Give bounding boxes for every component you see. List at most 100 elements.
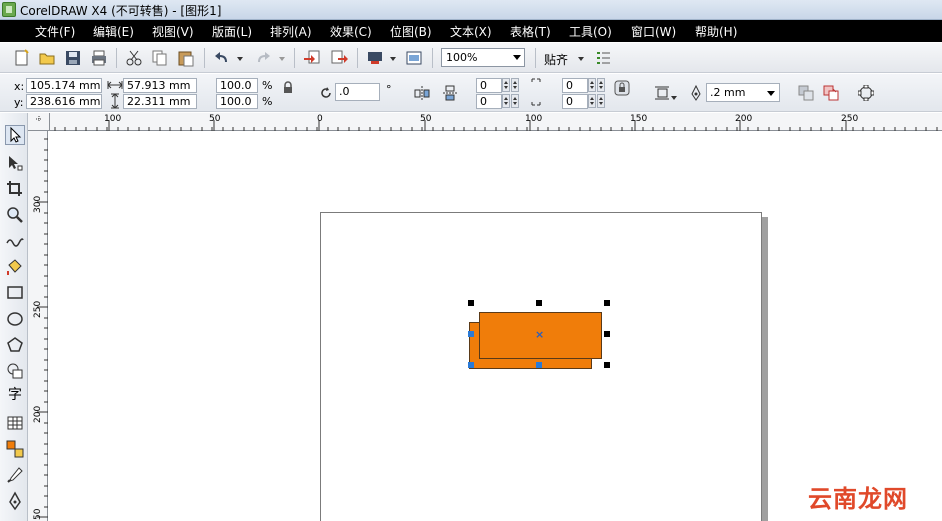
- basic-shapes-tool-icon[interactable]: [5, 361, 25, 381]
- vertical-ruler[interactable]: 300 250 200 50: [28, 131, 48, 521]
- selection-handle-bottom-right[interactable]: [604, 362, 610, 368]
- outline-pen-icon: [688, 84, 704, 101]
- convert-to-curves-icon[interactable]: [857, 84, 875, 102]
- options-icon[interactable]: [594, 49, 612, 67]
- rotation-field[interactable]: .0: [335, 83, 380, 101]
- corner-top-left-field[interactable]: 0: [476, 78, 502, 93]
- node-handle-bottom-center[interactable]: [536, 362, 542, 368]
- export-icon[interactable]: [330, 49, 348, 67]
- launcher-dropdown-icon[interactable]: [389, 49, 397, 67]
- to-back-icon[interactable]: [823, 85, 839, 101]
- redo-dropdown-icon[interactable]: [278, 49, 286, 67]
- corner-top-right-spinner-2[interactable]: [597, 78, 605, 92]
- corner-top-left-spinner-2[interactable]: [511, 78, 519, 92]
- corner-bottom-right-spinner-2[interactable]: [597, 94, 605, 108]
- table-tool-icon[interactable]: [5, 413, 25, 433]
- ruler-origin[interactable]: [28, 113, 50, 131]
- text-tool-icon[interactable]: 字: [5, 385, 25, 405]
- page-shadow: [762, 217, 768, 521]
- corner-top-left-spinner[interactable]: [502, 78, 510, 92]
- lock-ratio-icon[interactable]: [280, 80, 296, 96]
- undo-icon[interactable]: [213, 49, 231, 67]
- corner-bottom-left-spinner-2[interactable]: [511, 94, 519, 108]
- snap-dropdown-icon[interactable]: [578, 57, 584, 61]
- to-front-icon[interactable]: [798, 85, 814, 101]
- ruler-tick-label: 300: [33, 195, 43, 213]
- redo-icon[interactable]: [254, 49, 272, 67]
- outline-width-select[interactable]: .2 mm: [706, 83, 780, 102]
- eyedropper-tool-icon[interactable]: [5, 465, 25, 485]
- outline-tool-icon[interactable]: [5, 491, 25, 511]
- corner-top-right-spinner[interactable]: [588, 78, 596, 92]
- snap-to-label[interactable]: 贴齐: [544, 51, 568, 68]
- selection-handle-top-center[interactable]: [536, 300, 542, 306]
- chevron-down-icon: [767, 91, 775, 96]
- node-handle-middle-left[interactable]: [468, 331, 474, 337]
- menu-help[interactable]: 帮助(H): [695, 23, 737, 40]
- wrap-text-icon[interactable]: [654, 85, 670, 101]
- drawing-canvas[interactable]: × 云南龙网: [49, 132, 942, 521]
- corner-bottom-right-field[interactable]: 0: [562, 94, 588, 109]
- new-document-icon[interactable]: [13, 49, 31, 67]
- save-icon[interactable]: [64, 49, 82, 67]
- paste-icon[interactable]: [177, 49, 195, 67]
- freehand-tool-icon[interactable]: [5, 231, 25, 251]
- ruler-tick-label: 50: [33, 508, 43, 520]
- toolbox: 字: [0, 113, 28, 521]
- undo-dropdown-icon[interactable]: [236, 49, 244, 67]
- scale-x-percent: %: [262, 79, 273, 92]
- menu-layout[interactable]: 版面(L): [212, 23, 252, 40]
- corner-bottom-right-spinner[interactable]: [588, 94, 596, 108]
- application-launcher-icon[interactable]: [366, 49, 384, 67]
- zoom-tool-icon[interactable]: [5, 205, 25, 225]
- mirror-horizontal-icon[interactable]: [414, 85, 430, 101]
- crop-tool-icon[interactable]: [5, 179, 25, 199]
- menu-table[interactable]: 表格(T): [510, 23, 551, 40]
- y-position-field[interactable]: 238.616 mm: [26, 94, 102, 109]
- menu-text[interactable]: 文本(X): [450, 23, 492, 40]
- x-position-field[interactable]: 105.174 mm: [26, 78, 102, 93]
- corner-top-right-field[interactable]: 0: [562, 78, 588, 93]
- horizontal-ruler-ticks: [54, 120, 938, 131]
- horizontal-ruler[interactable]: 100 50 0 50 100 150 200 250: [50, 113, 942, 131]
- height-field[interactable]: 22.311 mm: [123, 94, 197, 109]
- selection-handle-middle-right[interactable]: [604, 331, 610, 337]
- zoom-level-select[interactable]: 100%: [441, 48, 525, 67]
- open-folder-icon[interactable]: [38, 49, 56, 67]
- menu-edit[interactable]: 编辑(E): [93, 23, 134, 40]
- corner-bottom-left-spinner[interactable]: [502, 94, 510, 108]
- pick-tool-icon[interactable]: [5, 125, 25, 145]
- zoom-level-value: 100%: [446, 51, 478, 64]
- ellipse-tool-icon[interactable]: [5, 309, 25, 329]
- menu-tools[interactable]: 工具(O): [569, 23, 612, 40]
- interactive-blend-tool-icon[interactable]: [5, 439, 25, 459]
- menu-arrange[interactable]: 排列(A): [270, 23, 312, 40]
- width-field[interactable]: 57.913 mm: [123, 78, 197, 93]
- node-handle-bottom-left[interactable]: [468, 362, 474, 368]
- corner-bottom-left-field[interactable]: 0: [476, 94, 502, 109]
- rotation-center-icon[interactable]: ×: [535, 328, 544, 341]
- toolbar-separator: [357, 48, 358, 68]
- scale-y-field[interactable]: 100.0: [216, 94, 258, 109]
- shape-tool-icon[interactable]: [5, 153, 25, 173]
- copy-icon[interactable]: [151, 49, 169, 67]
- selection-handle-top-left[interactable]: [468, 300, 474, 306]
- menu-effects[interactable]: 效果(C): [330, 23, 372, 40]
- menu-window[interactable]: 窗口(W): [631, 23, 676, 40]
- menu-view[interactable]: 视图(V): [152, 23, 194, 40]
- selection-handle-top-right[interactable]: [604, 300, 610, 306]
- scale-x-field[interactable]: 100.0: [216, 78, 258, 93]
- cut-icon[interactable]: [125, 49, 143, 67]
- import-icon[interactable]: [303, 49, 321, 67]
- menu-bitmaps[interactable]: 位图(B): [390, 23, 432, 40]
- rectangle-tool-icon[interactable]: [5, 283, 25, 303]
- smart-fill-tool-icon[interactable]: [5, 257, 25, 277]
- menu-file[interactable]: 文件(F): [35, 23, 75, 40]
- polygon-tool-icon[interactable]: [5, 335, 25, 355]
- print-icon[interactable]: [90, 49, 108, 67]
- mirror-vertical-icon[interactable]: [442, 85, 458, 101]
- round-corners-lock-icon[interactable]: [614, 80, 630, 96]
- wrap-dropdown-icon[interactable]: [670, 92, 678, 108]
- welcome-screen-icon[interactable]: [405, 49, 423, 67]
- watermark-logo: 云南龙网: [808, 485, 908, 513]
